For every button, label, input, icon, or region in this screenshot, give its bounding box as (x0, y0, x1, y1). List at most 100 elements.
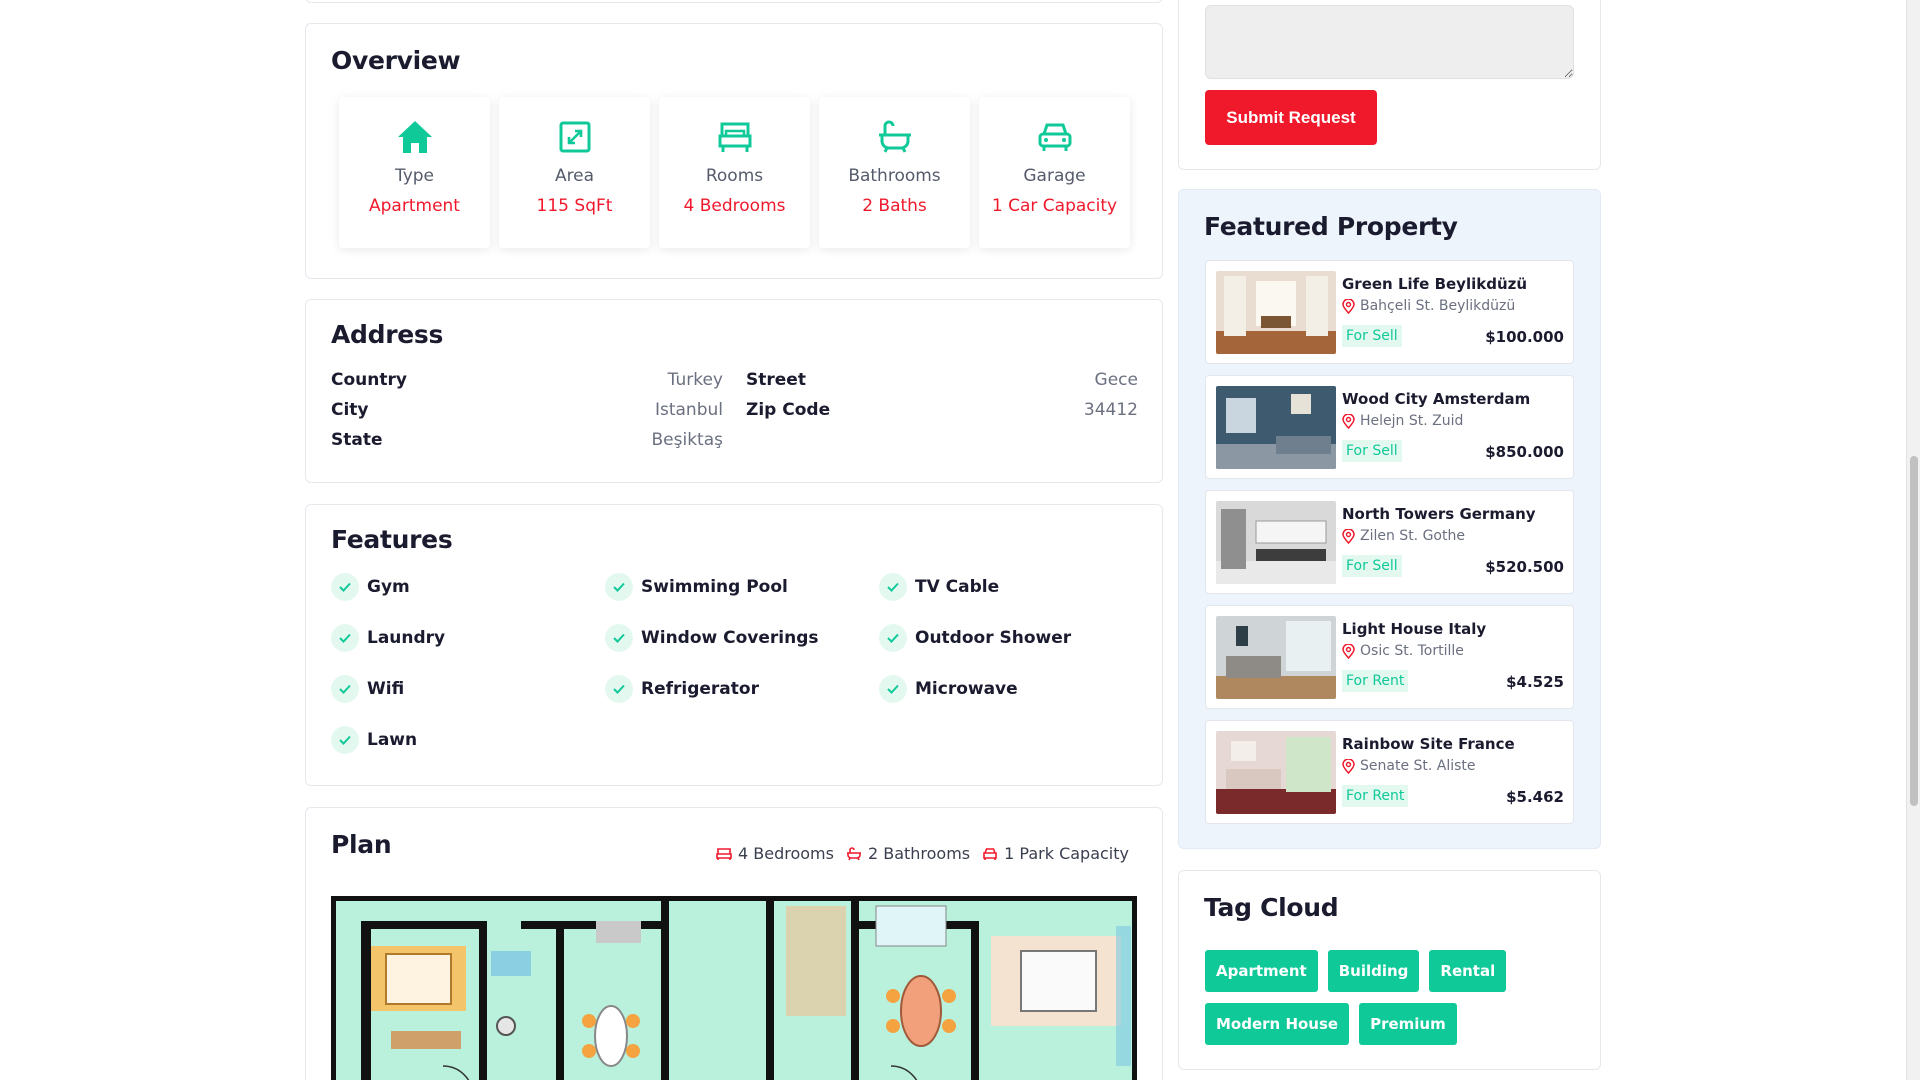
submit-request-button[interactable]: Submit Request (1205, 90, 1377, 145)
map-pin-icon (1342, 298, 1355, 314)
overview-label: Area (554, 166, 595, 186)
status-badge: For Rent (1342, 670, 1409, 692)
featured-property-item[interactable]: Rainbow Site France Senate St. Aliste Fo… (1205, 720, 1574, 824)
features-title: Features (331, 525, 453, 554)
property-name[interactable]: Green Life Beylikdüzü (1342, 275, 1527, 293)
address-key: State (331, 430, 383, 450)
property-thumbnail[interactable] (1216, 271, 1336, 354)
property-thumbnail[interactable] (1216, 386, 1336, 469)
property-name[interactable]: North Towers Germany (1342, 505, 1536, 523)
address-key: Country (331, 370, 407, 390)
property-thumbnail[interactable] (1216, 501, 1336, 584)
overview-value: 2 Baths (862, 196, 927, 216)
area-icon (499, 117, 650, 157)
overview-tiles: Type Apartment Area 115 SqFt Rooms 4 Bed… (339, 97, 1130, 248)
address-value: Turkey (667, 370, 723, 390)
plan-parking-label: 1 Park Capacity (1004, 844, 1129, 863)
feature-label: Laundry (367, 628, 446, 648)
check-icon (605, 675, 633, 703)
property-price: $850.000 (1485, 443, 1564, 461)
property-thumbnail[interactable] (1216, 731, 1336, 814)
plan-summary: 4 Bedrooms 2 Bathrooms 1 Park Capacity (716, 844, 1129, 863)
featured-title: Featured Property (1204, 212, 1458, 241)
check-icon (331, 573, 359, 601)
address-key: Zip Code (746, 400, 831, 420)
scrollbar-thumb[interactable] (1910, 456, 1918, 806)
status-badge: For Sell (1342, 325, 1402, 347)
tag-premium[interactable]: Premium (1359, 1003, 1457, 1045)
feature-item: Window Coverings (605, 624, 879, 652)
feature-item: Gym (331, 573, 605, 601)
page-scrollbar[interactable] (1906, 0, 1920, 1080)
bath-icon (819, 117, 970, 157)
check-icon (331, 726, 359, 754)
feature-label: Wifi (367, 679, 405, 699)
property-price: $5.462 (1506, 788, 1564, 806)
check-icon (879, 675, 907, 703)
tag-cloud-title: Tag Cloud (1204, 893, 1339, 922)
feature-label: Swimming Pool (641, 577, 788, 597)
address-row: State Beşiktaş (331, 430, 723, 460)
car-icon (983, 847, 997, 860)
map-pin-icon (1342, 528, 1355, 544)
property-location-text: Senate St. Aliste (1360, 758, 1476, 774)
feature-item: Swimming Pool (605, 573, 879, 601)
tag-list: Apartment Building Rental Modern House P… (1205, 950, 1585, 1045)
featured-property-item[interactable]: Wood City Amsterdam Helejn St. Zuid For … (1205, 375, 1574, 479)
address-value: Istanbul (654, 400, 723, 420)
overview-garage-tile: Garage 1 Car Capacity (979, 97, 1130, 248)
featured-property-item[interactable]: North Towers Germany Zilen St. Gothe For… (1205, 490, 1574, 594)
tag-modern-house[interactable]: Modern House (1205, 1003, 1350, 1045)
feature-item: Lawn (331, 726, 605, 754)
property-location: Bahçeli St. Beylikdüzü (1342, 298, 1515, 314)
tag-rental[interactable]: Rental (1429, 950, 1507, 992)
check-icon (331, 624, 359, 652)
overview-value: 1 Car Capacity (991, 196, 1118, 216)
feature-item: Outdoor Shower (879, 624, 1153, 652)
overview-bathrooms-tile: Bathrooms 2 Baths (819, 97, 970, 248)
feature-label: TV Cable (915, 577, 1000, 597)
property-name[interactable]: Light House Italy (1342, 620, 1486, 638)
feature-item: Refrigerator (605, 675, 879, 703)
plan-bathrooms: 2 Bathrooms (846, 844, 970, 863)
feature-item: TV Cable (879, 573, 1153, 601)
property-name[interactable]: Rainbow Site France (1342, 735, 1515, 753)
address-value: Beşiktaş (651, 430, 724, 450)
message-textarea[interactable] (1205, 5, 1574, 79)
feature-item: Microwave (879, 675, 1153, 703)
featured-property-item[interactable]: Green Life Beylikdüzü Bahçeli St. Beylik… (1205, 260, 1574, 364)
overview-label: Rooms (705, 166, 764, 186)
property-price: $100.000 (1485, 328, 1564, 346)
overview-area-tile: Area 115 SqFt (499, 97, 650, 248)
overview-value: 4 Bedrooms (683, 196, 786, 216)
map-pin-icon (1342, 758, 1355, 774)
feature-label: Lawn (367, 730, 418, 750)
request-form-card: Submit Request (1178, 0, 1601, 170)
address-row: City Istanbul (331, 400, 723, 430)
bed-icon (659, 117, 810, 157)
overview-card: Overview Type Apartment Area 115 SqFt Ro… (305, 23, 1163, 279)
tag-building[interactable]: Building (1327, 950, 1420, 992)
property-location-text: Helejn St. Zuid (1360, 413, 1464, 429)
property-location: Osic St. Tortille (1342, 643, 1464, 659)
check-icon (605, 573, 633, 601)
overview-value: Apartment (369, 196, 460, 216)
feature-label: Microwave (915, 679, 1018, 699)
plan-title: Plan (331, 830, 392, 859)
property-location-text: Bahçeli St. Beylikdüzü (1360, 298, 1516, 314)
previous-section-card (305, 0, 1163, 3)
tag-apartment[interactable]: Apartment (1205, 950, 1318, 992)
feature-label: Window Coverings (641, 628, 819, 648)
plan-card: Plan 4 Bedrooms 2 Bathrooms 1 Park Capac… (305, 807, 1163, 1080)
property-location-text: Zilen St. Gothe (1360, 528, 1465, 544)
status-badge: For Rent (1342, 785, 1409, 807)
address-row: Zip Code 34412 (746, 400, 1138, 430)
property-thumbnail[interactable] (1216, 616, 1336, 699)
property-detail-page: Overview Type Apartment Area 115 SqFt Ro… (0, 0, 1906, 1080)
overview-label: Bathrooms (848, 166, 941, 186)
property-location: Zilen St. Gothe (1342, 528, 1465, 544)
featured-property-item[interactable]: Light House Italy Osic St. Tortille For … (1205, 605, 1574, 709)
status-badge: For Sell (1342, 555, 1402, 577)
property-name[interactable]: Wood City Amsterdam (1342, 390, 1530, 408)
address-card: Address Country Turkey City Istanbul State… (305, 299, 1163, 483)
